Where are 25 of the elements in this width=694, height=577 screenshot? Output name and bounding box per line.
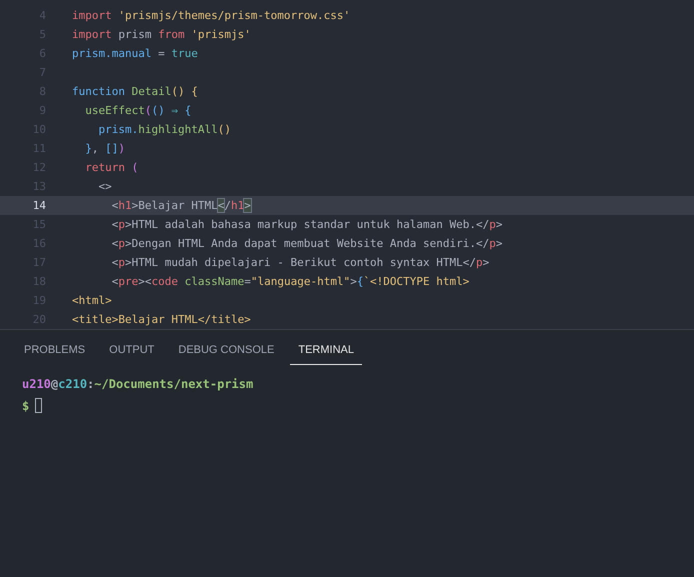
code-line: return (	[84, 161, 138, 174]
code-line: function Detail() {	[72, 85, 198, 98]
code-line: <html>	[72, 294, 112, 307]
code-line: <title>Belajar HTML</title>	[72, 313, 251, 326]
line-number: 14	[32, 199, 46, 212]
terminal-input-prompt: $	[22, 398, 30, 412]
panel-tab[interactable]: TERMINAL	[290, 340, 362, 365]
code-line: <p>Dengan HTML Anda dapat membuat Website Anda sendiri.</p>	[110, 237, 502, 250]
code-line: import 'prismjs/themes/prism-tomorrow.css'	[72, 9, 350, 22]
code-line: }, [])	[84, 142, 125, 155]
code-line: <h1>Belajar HTML</h1>	[110, 199, 251, 212]
code-line: <pre><code className="language-html">{`<!DOCTYPE html>	[110, 275, 470, 288]
panel-tab[interactable]: OUTPUT	[101, 340, 162, 365]
code-line: import prism from 'prismjs'	[72, 28, 251, 41]
code-line: prism.manual = true	[72, 47, 198, 60]
panel-tab[interactable]: DEBUG CONSOLE	[170, 340, 282, 365]
code-editor[interactable]	[0, 0, 694, 330]
panel-tab[interactable]: PROBLEMS	[16, 340, 94, 365]
code-line: <p>HTML mudah dipelajari - Berikut contoh syntax HTML</p>	[110, 256, 490, 269]
code-line: <p>HTML adalah bahasa markup standar untuk halaman Web.</p>	[110, 218, 502, 231]
terminal-prompt: u210@c210:~/Documents/next-prism	[22, 377, 254, 393]
code-line: prism.highlightAll()	[97, 123, 231, 136]
terminal-cursor	[35, 398, 42, 413]
code-line: useEffect(() ⇒ {	[84, 104, 192, 117]
code-line: <>	[97, 180, 112, 193]
